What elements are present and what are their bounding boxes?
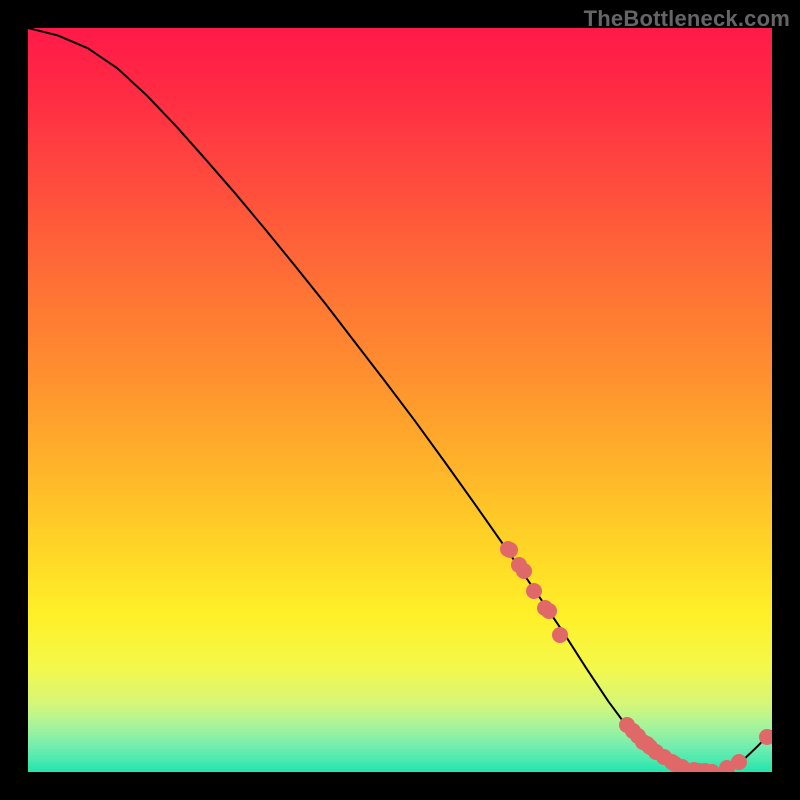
watermark-text: TheBottleneck.com	[584, 6, 790, 32]
data-marker	[526, 583, 542, 599]
figure-root: TheBottleneck.com	[0, 0, 800, 800]
data-marker	[704, 764, 720, 772]
data-marker	[541, 603, 557, 619]
data-marker	[552, 627, 568, 643]
data-marker	[731, 754, 747, 770]
data-marker	[516, 563, 532, 579]
marker-layer	[28, 28, 772, 772]
plot-area	[28, 28, 772, 772]
data-marker	[502, 542, 518, 558]
data-marker	[759, 729, 772, 745]
